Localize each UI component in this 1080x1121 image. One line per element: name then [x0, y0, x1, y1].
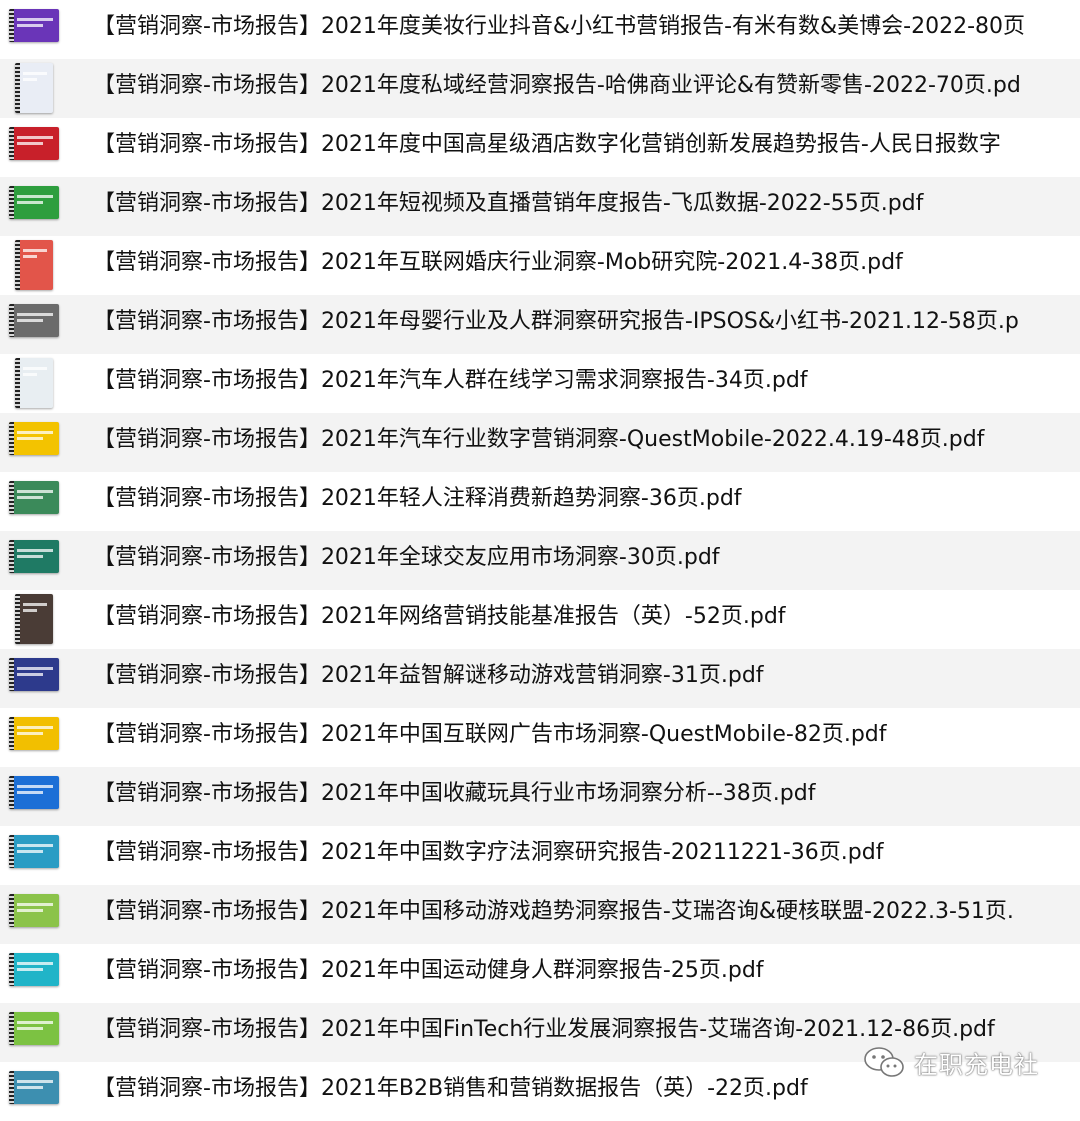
pdf-thumbnail-icon	[9, 304, 59, 337]
file-row[interactable]: 【营销洞察-市场报告】2021年中国数字疗法洞察研究报告-20211221-36…	[0, 826, 1080, 885]
pdf-thumbnail-icon	[15, 240, 53, 290]
pdf-thumbnail-icon	[9, 127, 59, 160]
file-name: 【营销洞察-市场报告】2021年度中国高星级酒店数字化营销创新发展趋势报告-人民…	[93, 132, 1001, 157]
file-name: 【营销洞察-市场报告】2021年汽车行业数字营销洞察-QuestMobile-2…	[93, 427, 985, 452]
file-name: 【营销洞察-市场报告】2021年度美妆行业抖音&小红书营销报告-有米有数&美博会…	[93, 14, 1026, 39]
file-row[interactable]: 【营销洞察-市场报告】2021年母婴行业及人群洞察研究报告-IPSOS&小红书-…	[0, 295, 1080, 354]
watermark-text: 在职充电社	[914, 1050, 1039, 1079]
pdf-thumbnail-icon	[9, 658, 59, 691]
file-name: 【营销洞察-市场报告】2021年短视频及直播营销年度报告-飞瓜数据-2022-5…	[93, 191, 924, 216]
pdf-thumbnail-icon	[9, 835, 59, 868]
file-row[interactable]: 【营销洞察-市场报告】2021年度私域经营洞察报告-哈佛商业评论&有赞新零售-2…	[0, 59, 1080, 118]
file-row[interactable]: 【营销洞察-市场报告】2021年网络营销技能基准报告（英）-52页.pdf	[0, 590, 1080, 649]
pdf-thumbnail-icon	[15, 594, 53, 644]
file-name: 【营销洞察-市场报告】2021年中国数字疗法洞察研究报告-20211221-36…	[93, 840, 884, 865]
wechat-icon	[864, 1047, 904, 1077]
file-name: 【营销洞察-市场报告】2021年互联网婚庆行业洞察-Mob研究院-2021.4-…	[93, 250, 903, 275]
file-row[interactable]: 【营销洞察-市场报告】2021年互联网婚庆行业洞察-Mob研究院-2021.4-…	[0, 236, 1080, 295]
file-name: 【营销洞察-市场报告】2021年中国互联网广告市场洞察-QuestMobile-…	[93, 722, 887, 747]
file-row[interactable]: 【营销洞察-市场报告】2021年中国运动健身人群洞察报告-25页.pdf	[0, 944, 1080, 1003]
file-name: 【营销洞察-市场报告】2021年益智解谜移动游戏营销洞察-31页.pdf	[93, 663, 764, 688]
watermark: 在职充电社	[862, 1042, 1039, 1082]
pdf-thumbnail-icon	[9, 953, 59, 986]
pdf-thumbnail-icon	[9, 1071, 59, 1104]
file-name: 【营销洞察-市场报告】2021年网络营销技能基准报告（英）-52页.pdf	[93, 604, 786, 629]
pdf-thumbnail-icon	[9, 1012, 59, 1045]
pdf-thumbnail-icon	[9, 540, 59, 573]
file-name: 【营销洞察-市场报告】2021年度私域经营洞察报告-哈佛商业评论&有赞新零售-2…	[93, 73, 1021, 98]
file-row[interactable]: 【营销洞察-市场报告】2021年全球交友应用市场洞察-30页.pdf	[0, 531, 1080, 590]
file-name: 【营销洞察-市场报告】2021年中国运动健身人群洞察报告-25页.pdf	[93, 958, 764, 983]
file-name: 【营销洞察-市场报告】2021年中国收藏玩具行业市场洞察分析--38页.pdf	[93, 781, 816, 806]
pdf-thumbnail-icon	[9, 717, 59, 750]
file-row[interactable]: 【营销洞察-市场报告】2021年度中国高星级酒店数字化营销创新发展趋势报告-人民…	[0, 118, 1080, 177]
file-name: 【营销洞察-市场报告】2021年汽车人群在线学习需求洞察报告-34页.pdf	[93, 368, 808, 393]
file-name: 【营销洞察-市场报告】2021年母婴行业及人群洞察研究报告-IPSOS&小红书-…	[93, 309, 1019, 334]
file-name: 【营销洞察-市场报告】2021年中国移动游戏趋势洞察报告-艾瑞咨询&硬核联盟-2…	[93, 899, 1014, 924]
file-row[interactable]: 【营销洞察-市场报告】2021年汽车人群在线学习需求洞察报告-34页.pdf	[0, 354, 1080, 413]
file-name: 【营销洞察-市场报告】2021年B2B销售和营销数据报告（英）-22页.pdf	[93, 1076, 808, 1101]
file-list: 【营销洞察-市场报告】2021年度美妆行业抖音&小红书营销报告-有米有数&美博会…	[0, 0, 1080, 1121]
file-row[interactable]: 【营销洞察-市场报告】2021年中国移动游戏趋势洞察报告-艾瑞咨询&硬核联盟-2…	[0, 885, 1080, 944]
pdf-thumbnail-icon	[9, 186, 59, 219]
pdf-thumbnail-icon	[15, 358, 53, 408]
file-name: 【营销洞察-市场报告】2021年轻人注释消费新趋势洞察-36页.pdf	[93, 486, 742, 511]
pdf-thumbnail-icon	[9, 776, 59, 809]
pdf-thumbnail-icon	[9, 9, 59, 42]
file-row[interactable]: 【营销洞察-市场报告】2021年益智解谜移动游戏营销洞察-31页.pdf	[0, 649, 1080, 708]
file-row[interactable]: 【营销洞察-市场报告】2021年中国互联网广告市场洞察-QuestMobile-…	[0, 708, 1080, 767]
file-name: 【营销洞察-市场报告】2021年中国FinTech行业发展洞察报告-艾瑞咨询-2…	[93, 1017, 995, 1042]
pdf-thumbnail-icon	[9, 481, 59, 514]
file-name: 【营销洞察-市场报告】2021年全球交友应用市场洞察-30页.pdf	[93, 545, 720, 570]
file-row[interactable]: 【营销洞察-市场报告】2021年轻人注释消费新趋势洞察-36页.pdf	[0, 472, 1080, 531]
file-row[interactable]: 【营销洞察-市场报告】2021年短视频及直播营销年度报告-飞瓜数据-2022-5…	[0, 177, 1080, 236]
pdf-thumbnail-icon	[15, 63, 53, 113]
file-row[interactable]: 【营销洞察-市场报告】2021年度美妆行业抖音&小红书营销报告-有米有数&美博会…	[0, 0, 1080, 59]
file-row[interactable]: 【营销洞察-市场报告】2021年中国收藏玩具行业市场洞察分析--38页.pdf	[0, 767, 1080, 826]
file-row[interactable]: 【营销洞察-市场报告】2021年汽车行业数字营销洞察-QuestMobile-2…	[0, 413, 1080, 472]
pdf-thumbnail-icon	[9, 894, 59, 927]
pdf-thumbnail-icon	[9, 422, 59, 455]
